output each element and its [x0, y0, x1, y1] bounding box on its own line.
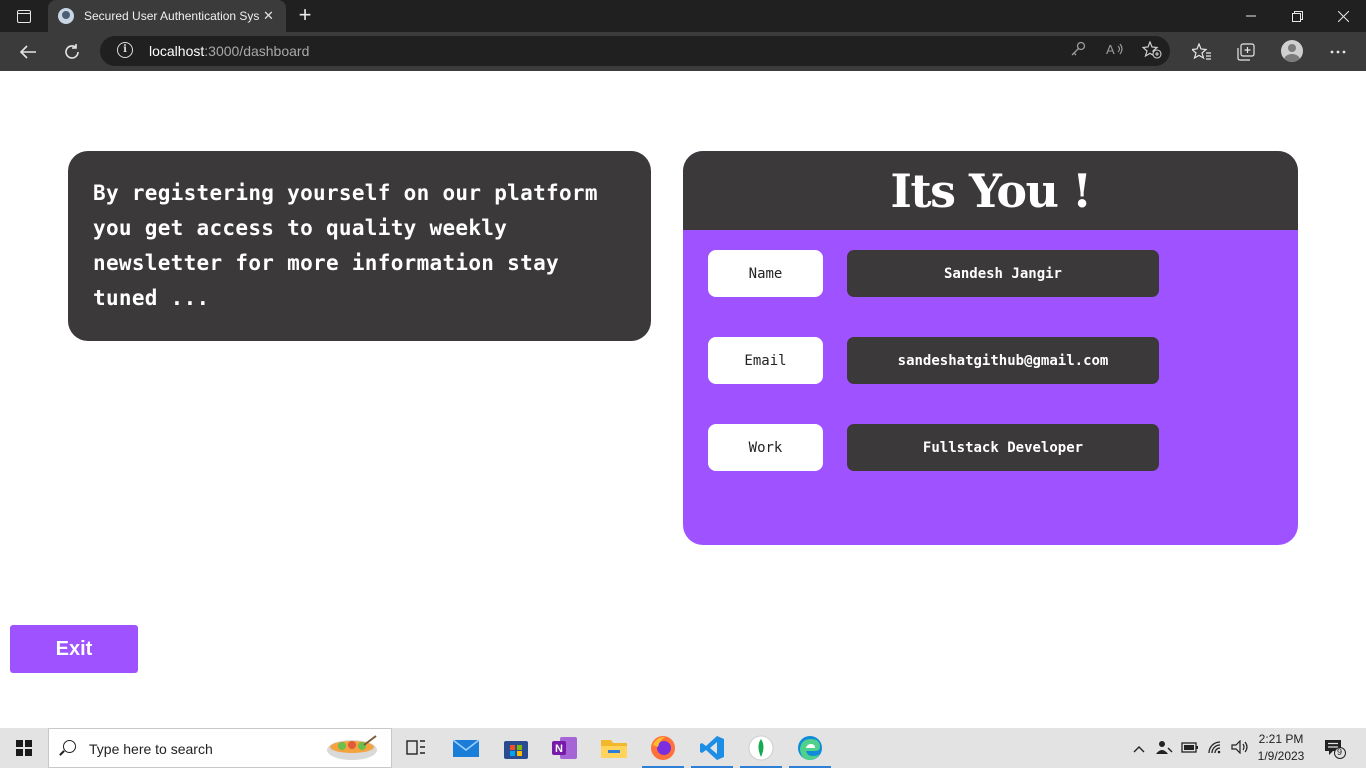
mail-icon[interactable] — [452, 734, 480, 762]
refresh-icon[interactable] — [60, 40, 84, 64]
onenote-icon[interactable]: N — [551, 734, 579, 762]
url-host: localhost — [149, 43, 205, 59]
tab-close-icon[interactable]: ✕ — [263, 8, 274, 24]
url-path: :3000/dashboard — [204, 43, 310, 59]
edge-icon[interactable] — [789, 734, 831, 768]
mongodb-compass-icon[interactable] — [740, 734, 782, 768]
site-info-icon[interactable]: i — [117, 42, 133, 58]
newsletter-info-text: By registering yourself on our platform … — [93, 181, 598, 310]
email-label: Email — [708, 337, 823, 384]
profile-card: Its You ! Name Sandesh Jangir Email sand… — [683, 151, 1298, 545]
meet-now-icon[interactable] — [1155, 739, 1173, 758]
profile-card-header: Its You ! — [683, 151, 1298, 230]
read-aloud-icon[interactable]: A — [1106, 41, 1124, 61]
profile-title: Its You ! — [890, 163, 1092, 218]
firefox-icon[interactable] — [642, 734, 684, 768]
browser-titlebar: Secured User Authentication Syst ✕ + — [0, 0, 1366, 32]
system-tray — [1133, 728, 1249, 768]
clock-time: 2:21 PM — [1258, 732, 1304, 746]
start-button[interactable] — [0, 728, 48, 768]
search-icon — [63, 740, 76, 753]
back-icon[interactable] — [16, 40, 40, 64]
close-window-icon[interactable] — [1320, 0, 1366, 32]
add-favorite-icon[interactable] — [1141, 40, 1162, 63]
windows-taskbar: Type here to search N 2:21 PM 1/9/2023 9 — [0, 728, 1366, 768]
more-icon[interactable] — [1326, 40, 1350, 64]
taskbar-clock[interactable]: 2:21 PM 1/9/2023 — [1250, 731, 1312, 765]
tab-favicon-icon — [58, 8, 74, 24]
volume-icon[interactable] — [1231, 739, 1249, 757]
tab-actions-icon[interactable] — [8, 4, 40, 28]
search-placeholder: Type here to search — [89, 741, 213, 757]
work-label: Work — [708, 424, 823, 471]
url-text: localhost:3000/dashboard — [149, 43, 309, 59]
vscode-icon[interactable] — [691, 734, 733, 768]
svg-text:N: N — [555, 743, 563, 755]
search-highlight-bowl-icon — [327, 735, 377, 760]
dashboard-page: By registering yourself on our platform … — [0, 71, 1366, 728]
browser-tab[interactable]: Secured User Authentication Syst ✕ — [48, 0, 286, 32]
clock-date: 1/9/2023 — [1257, 749, 1305, 763]
key-icon[interactable] — [1070, 41, 1086, 61]
file-explorer-icon[interactable] — [600, 734, 628, 762]
email-value: sandeshatgithub@gmail.com — [847, 337, 1159, 384]
window-controls — [1228, 0, 1366, 32]
new-tab-button[interactable]: + — [292, 3, 318, 29]
name-label: Name — [708, 250, 823, 297]
newsletter-info-card: By registering yourself on our platform … — [68, 151, 651, 341]
taskbar-search-box[interactable]: Type here to search — [48, 728, 392, 768]
minimize-icon[interactable] — [1228, 0, 1274, 32]
restore-icon[interactable] — [1274, 0, 1320, 32]
battery-icon[interactable] — [1181, 740, 1199, 757]
exit-button[interactable]: Exit — [10, 625, 138, 673]
name-value: Sandesh Jangir — [847, 250, 1159, 297]
profile-avatar[interactable] — [1281, 40, 1303, 62]
wifi-icon[interactable] — [1207, 740, 1225, 757]
browser-toolbar: i localhost:3000/dashboard A — [0, 32, 1366, 71]
task-view-icon[interactable] — [402, 734, 430, 762]
notification-count: 9 — [1337, 747, 1343, 757]
windows-logo-icon — [16, 740, 32, 756]
address-bar[interactable]: i localhost:3000/dashboard A — [100, 36, 1170, 66]
svg-text:A: A — [1106, 42, 1115, 57]
notification-center-icon[interactable]: 9 — [1324, 739, 1346, 759]
work-value: Fullstack Developer — [847, 424, 1159, 471]
store-icon[interactable] — [502, 734, 530, 762]
show-hidden-icons-icon[interactable] — [1133, 741, 1145, 756]
favorites-icon[interactable] — [1190, 40, 1214, 64]
tab-title: Secured User Authentication Syst — [84, 9, 259, 23]
collections-icon[interactable] — [1234, 40, 1258, 64]
